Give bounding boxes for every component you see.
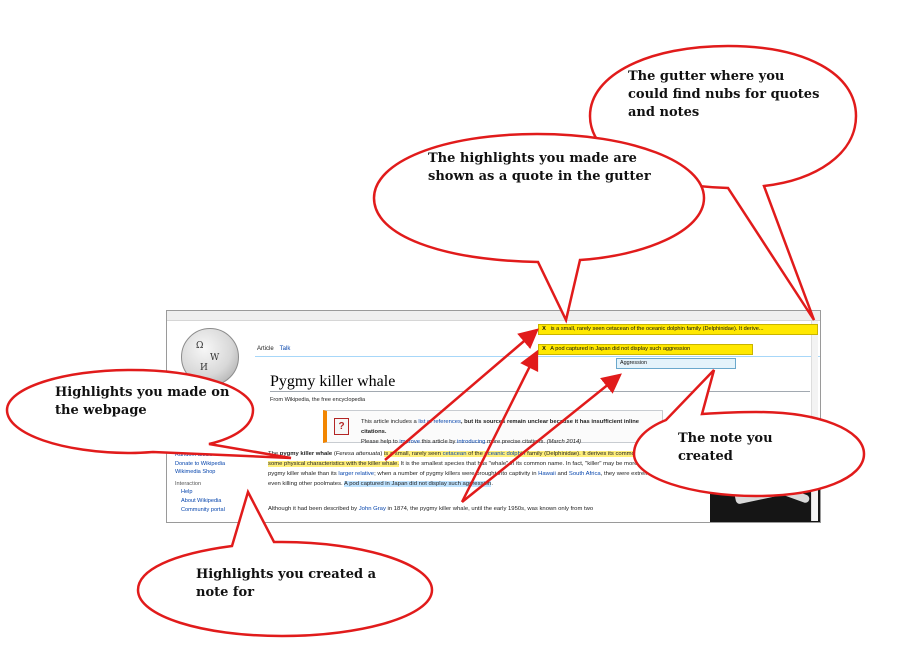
callout-note-created: The note you created	[626, 368, 876, 503]
callout-text: The gutter where you could find nubs for…	[628, 69, 820, 120]
callout-text: The highlights you made are shown as a q…	[428, 151, 651, 184]
arrow-to-quote-2	[460, 349, 539, 503]
callout-note-for: Highlights you created a note for	[132, 488, 442, 640]
callout-highlights-quote: The highlights you made are shown as a q…	[372, 128, 722, 328]
callout-text: The note you created	[678, 431, 773, 464]
arrow-to-note	[461, 373, 622, 503]
callout-text: Highlights you made on the webpage	[55, 385, 230, 418]
callout-highlights-page: Highlights you made on the webpage	[3, 368, 295, 468]
callout-bubble-shape	[136, 488, 434, 638]
callout-text: Highlights you created a note for	[196, 567, 377, 600]
